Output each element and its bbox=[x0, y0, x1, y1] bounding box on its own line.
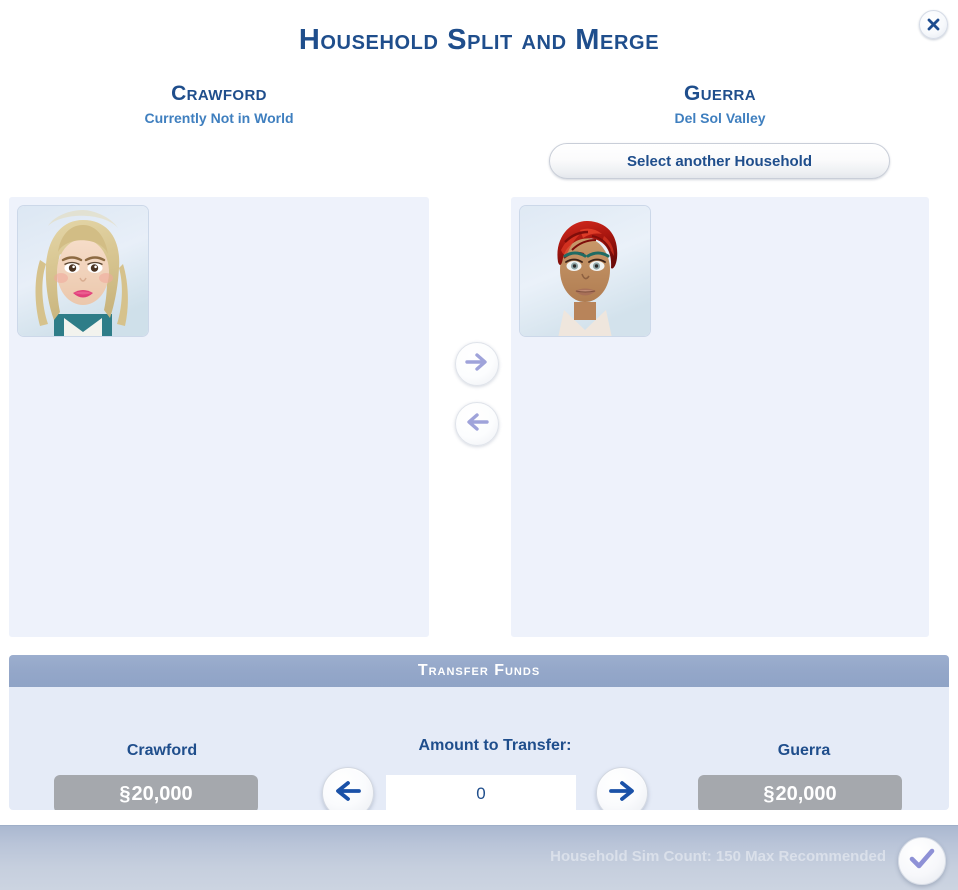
transfer-funds-section: Transfer Funds Crawford § 20,000 Amount t… bbox=[9, 655, 949, 810]
sim-panel-left bbox=[9, 197, 429, 637]
funds-label-left: Crawford bbox=[126, 742, 198, 759]
amount-to-transfer-label: Amount to Transfer: bbox=[418, 737, 572, 754]
household-header-left: Crawford Currently Not in World bbox=[9, 82, 429, 127]
transfer-sim-arrows bbox=[455, 342, 501, 462]
funds-amount-left-value: 20,000 bbox=[131, 782, 193, 805]
transfer-funds-body: Crawford § 20,000 Amount to Transfer: 0 … bbox=[9, 687, 949, 810]
move-sim-left-button[interactable] bbox=[455, 402, 499, 446]
arrow-right-icon bbox=[607, 779, 637, 808]
household-header-right: Guerra Del Sol Valley bbox=[511, 82, 929, 127]
close-x-icon bbox=[925, 16, 942, 33]
sim-tile-crawford[interactable] bbox=[18, 206, 148, 336]
funds-amount-right-value: 20,000 bbox=[775, 782, 837, 805]
sim-tile-guerra[interactable] bbox=[520, 206, 650, 336]
sim-panel-right bbox=[511, 197, 929, 637]
household-status-right: Del Sol Valley bbox=[674, 110, 766, 126]
simoleon-icon: § bbox=[119, 782, 131, 805]
funds-amount-right: § 20,000 bbox=[698, 775, 902, 810]
simoleon-icon: § bbox=[763, 782, 775, 805]
sim-count-hint: Household Sim Count: 150 Max Recommended bbox=[550, 848, 886, 865]
close-button[interactable] bbox=[919, 10, 948, 39]
decrease-amount-button[interactable] bbox=[322, 767, 374, 810]
bottom-bar: Household Sim Count: 150 Max Recommended bbox=[0, 825, 958, 890]
household-name-left: Crawford bbox=[171, 82, 267, 105]
household-split-merge-dialog: Household Split and Merge Crawford Curre… bbox=[0, 0, 958, 890]
household-status-left: Currently Not in World bbox=[144, 110, 294, 126]
select-another-household-button[interactable]: Select another Household bbox=[549, 143, 890, 179]
sim-portrait-redhair bbox=[520, 206, 650, 336]
transfer-funds-header: Transfer Funds bbox=[9, 655, 949, 687]
page-title: Household Split and Merge bbox=[298, 24, 660, 56]
arrow-left-icon bbox=[464, 411, 490, 438]
accept-button[interactable] bbox=[898, 837, 946, 885]
funds-amount-left: § 20,000 bbox=[54, 775, 258, 810]
funds-label-right: Guerra bbox=[777, 742, 831, 759]
move-sim-right-button[interactable] bbox=[455, 342, 499, 386]
checkmark-icon bbox=[907, 846, 937, 877]
arrow-left-icon bbox=[333, 779, 363, 808]
increase-amount-button[interactable] bbox=[596, 767, 648, 810]
household-name-right: Guerra bbox=[683, 82, 757, 105]
amount-to-transfer-input[interactable] bbox=[386, 775, 576, 810]
arrow-right-icon bbox=[464, 351, 490, 378]
sim-portrait-blonde bbox=[18, 206, 148, 336]
